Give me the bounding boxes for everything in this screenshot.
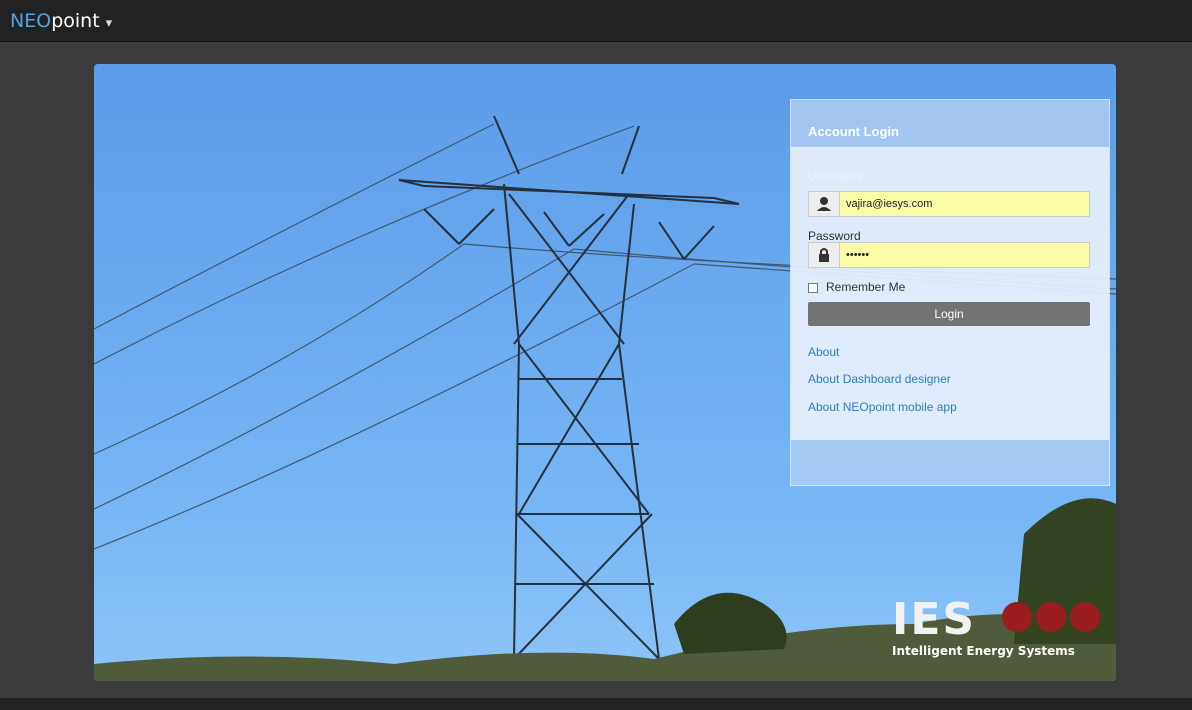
password-field-group: •••••• — [808, 242, 1090, 268]
about-dashboard-designer-link[interactable]: About Dashboard designer — [808, 372, 951, 386]
lock-icon — [809, 243, 840, 267]
password-label: Password — [808, 229, 861, 243]
remember-me-checkbox[interactable] — [808, 282, 818, 293]
password-input[interactable]: •••••• — [840, 243, 1089, 267]
login-title: Account Login — [808, 124, 899, 139]
remember-me-label: Remember Me — [826, 280, 906, 294]
username-label: Username — [808, 169, 864, 183]
logo-tagline: Intelligent Energy Systems — [892, 644, 1075, 658]
login-panel-body: Username vajira@iesys.com Password •••••… — [791, 147, 1109, 440]
ies-logo: IES Intelligent Energy Systems — [892, 594, 1102, 664]
login-panel: Account Login Username vajira@iesys.com … — [790, 99, 1110, 486]
chevron-down-icon: ▾ — [105, 16, 113, 31]
brand-point: point — [51, 10, 100, 32]
user-icon — [809, 192, 840, 216]
login-button[interactable]: Login — [808, 302, 1090, 326]
logo-dot-2 — [1036, 602, 1066, 632]
about-link[interactable]: About — [808, 345, 839, 359]
bottom-bar — [0, 698, 1192, 710]
logo-text: IES — [892, 594, 977, 645]
username-field-group: vajira@iesys.com — [808, 191, 1090, 217]
username-input[interactable]: vajira@iesys.com — [840, 192, 1089, 216]
brand-menu[interactable]: NEOpoint ▾ — [10, 10, 112, 32]
remember-me[interactable]: Remember Me — [808, 280, 905, 294]
logo-dot-3 — [1070, 602, 1100, 632]
logo-dot-1 — [1002, 602, 1032, 632]
top-navbar: NEOpoint ▾ — [0, 0, 1192, 42]
login-panel-header: Account Login — [791, 100, 1109, 147]
brand-neo: NEO — [10, 10, 52, 32]
about-mobile-app-link[interactable]: About NEOpoint mobile app — [808, 400, 957, 414]
